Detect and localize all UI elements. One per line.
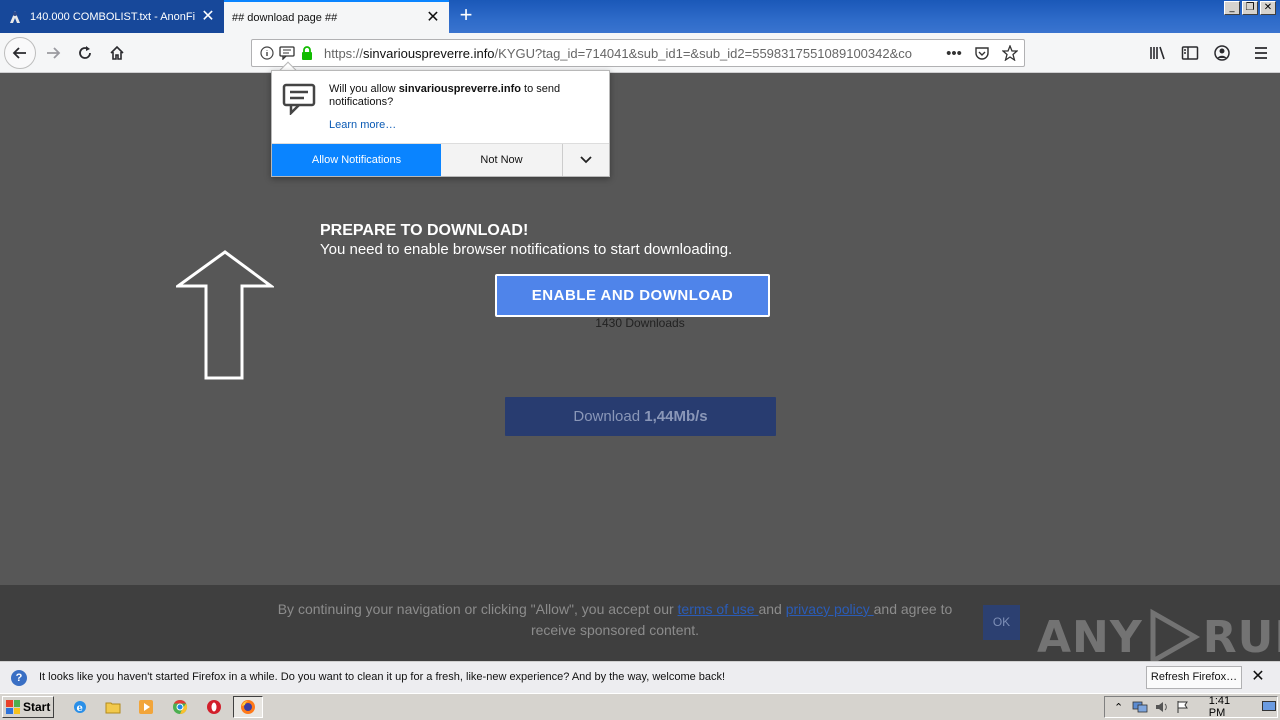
download-button[interactable]: Download 1,44Mb/s xyxy=(505,397,776,436)
anyrun-watermark: ANY RUN xyxy=(1037,607,1280,667)
pocket-icon[interactable] xyxy=(972,43,992,63)
play-logo-icon xyxy=(1150,608,1200,666)
cookie-and: and xyxy=(758,601,786,617)
refresh-message: It looks like you haven't started Firefo… xyxy=(39,671,726,683)
cookie-consent-bar: By continuing your navigation or clickin… xyxy=(0,585,1280,666)
question-icon: ? xyxy=(11,670,27,686)
cookie-text-a: By continuing your navigation or clickin… xyxy=(277,601,678,617)
opera-icon[interactable] xyxy=(206,699,222,715)
more-options-button[interactable] xyxy=(562,144,609,176)
tab-close-icon[interactable]: ✕ xyxy=(200,8,216,25)
start-label: Start xyxy=(23,700,51,714)
ok-button[interactable]: OK xyxy=(983,605,1020,640)
chrome-icon[interactable] xyxy=(172,699,188,715)
show-desktop-icon[interactable] xyxy=(1262,700,1277,714)
back-arrow-icon xyxy=(12,47,26,59)
new-tab-button[interactable]: + xyxy=(455,4,477,27)
url-bar[interactable]: https://sinvariouspreverre.info/KYGU?tag… xyxy=(251,39,1025,67)
page-subheading: You need to enable browser notifications… xyxy=(320,241,733,258)
watermark-right: RUN xyxy=(1202,611,1280,663)
volume-icon[interactable] xyxy=(1154,700,1169,714)
page-content: PREPARE TO DOWNLOAD! You need to enable … xyxy=(0,74,1280,585)
library-icon[interactable] xyxy=(1148,43,1168,63)
download-count: 1430 Downloads xyxy=(595,316,685,330)
windows-logo-icon xyxy=(6,700,20,714)
url-host: sinvariouspreverre.info xyxy=(363,45,495,61)
navigation-toolbar: https://sinvariouspreverre.info/KYGU?tag… xyxy=(0,33,1280,73)
terms-of-use-link[interactable]: terms of use xyxy=(678,601,759,617)
message-prefix: Will you allow xyxy=(329,83,399,95)
bookmark-star-icon[interactable] xyxy=(1000,43,1020,63)
account-icon[interactable] xyxy=(1212,43,1232,63)
page-actions-icon[interactable]: ••• xyxy=(944,43,964,63)
reload-button[interactable] xyxy=(69,37,101,69)
minimize-button[interactable]: _ xyxy=(1224,1,1240,15)
tab-title: ## download page ## xyxy=(232,11,338,24)
media-player-icon[interactable] xyxy=(138,699,154,715)
forward-button[interactable] xyxy=(37,37,69,69)
learn-more-link[interactable]: Learn more… xyxy=(329,119,396,131)
allow-notifications-button[interactable]: Allow Notifications xyxy=(272,144,441,176)
start-button[interactable]: Start xyxy=(2,696,54,718)
sidebar-icon[interactable] xyxy=(1180,43,1200,63)
firefox-icon xyxy=(241,700,255,714)
tab-title: 140.000 COMBOLIST.txt - AnonFi xyxy=(30,10,196,23)
info-icon[interactable] xyxy=(258,44,276,62)
close-window-button[interactable]: ✕ xyxy=(1260,1,1276,15)
taskbar: Start e ⌃ 1:41 PM xyxy=(0,693,1280,720)
tab-download-page[interactable]: ## download page ## ✕ xyxy=(224,0,449,33)
home-icon xyxy=(110,45,124,60)
action-center-flag-icon[interactable] xyxy=(1176,700,1191,714)
url-text[interactable]: https://sinvariouspreverre.info/KYGU?tag… xyxy=(324,46,912,61)
forward-arrow-icon xyxy=(47,47,61,59)
watermark-left: ANY xyxy=(1037,611,1143,663)
refresh-firefox-bar: ? It looks like you haven't started Fire… xyxy=(0,661,1280,693)
popup-buttons: Allow Notifications Not Now xyxy=(272,143,609,176)
system-tray: ⌃ 1:41 PM xyxy=(1104,695,1278,719)
not-now-button[interactable]: Not Now xyxy=(441,144,562,176)
refresh-firefox-button[interactable]: Refresh Firefox… xyxy=(1146,666,1242,689)
notification-permission-icon[interactable] xyxy=(278,44,296,62)
explorer-folder-icon[interactable] xyxy=(105,699,121,715)
message-site: sinvariouspreverre.info xyxy=(398,83,521,95)
svg-text:e: e xyxy=(77,703,83,714)
url-scheme: https:// xyxy=(324,45,364,61)
network-icon[interactable] xyxy=(1132,700,1148,714)
notification-chat-icon xyxy=(282,83,316,118)
clock: 1:41 PM xyxy=(1208,695,1231,719)
window-controls: _ ❐ ✕ xyxy=(1224,1,1276,15)
notification-permission-popup: Will you allow sinvariouspreverre.info t… xyxy=(271,70,610,177)
restore-button[interactable]: ❐ xyxy=(1242,1,1258,15)
reload-icon xyxy=(79,46,91,59)
close-bar-icon[interactable]: ✕ xyxy=(1250,668,1266,686)
back-button[interactable] xyxy=(4,37,36,69)
up-arrow-icon xyxy=(176,250,274,380)
hamburger-menu-icon[interactable] xyxy=(1251,43,1271,63)
page-heading: PREPARE TO DOWNLOAD! xyxy=(320,222,529,239)
cookie-text: By continuing your navigation or clickin… xyxy=(270,599,960,641)
tab-close-icon[interactable]: ✕ xyxy=(425,9,441,26)
lock-icon[interactable] xyxy=(298,44,316,62)
download-speed: 1,44Mb/s xyxy=(644,408,708,425)
home-button[interactable] xyxy=(101,37,133,69)
tab-strip: 140.000 COMBOLIST.txt - AnonFi ✕ ## down… xyxy=(0,0,1280,33)
tab-anonfile[interactable]: 140.000 COMBOLIST.txt - AnonFi ✕ xyxy=(0,0,224,33)
download-label: Download xyxy=(573,408,645,425)
privacy-policy-link[interactable]: privacy policy xyxy=(786,601,874,617)
taskbar-firefox-button[interactable] xyxy=(233,696,263,718)
url-path: /KYGU?tag_id=714041&sub_id1=&sub_id2=559… xyxy=(494,45,912,61)
chevron-down-icon xyxy=(580,156,592,164)
ie-icon[interactable]: e xyxy=(72,699,88,715)
tray-expand-icon[interactable]: ⌃ xyxy=(1111,700,1126,714)
url-actions: ••• xyxy=(944,43,1020,63)
enable-and-download-button[interactable]: ENABLE AND DOWNLOAD xyxy=(495,274,770,317)
notification-message: Will you allow sinvariouspreverre.info t… xyxy=(329,83,601,109)
anonfile-favicon-icon xyxy=(8,10,22,24)
